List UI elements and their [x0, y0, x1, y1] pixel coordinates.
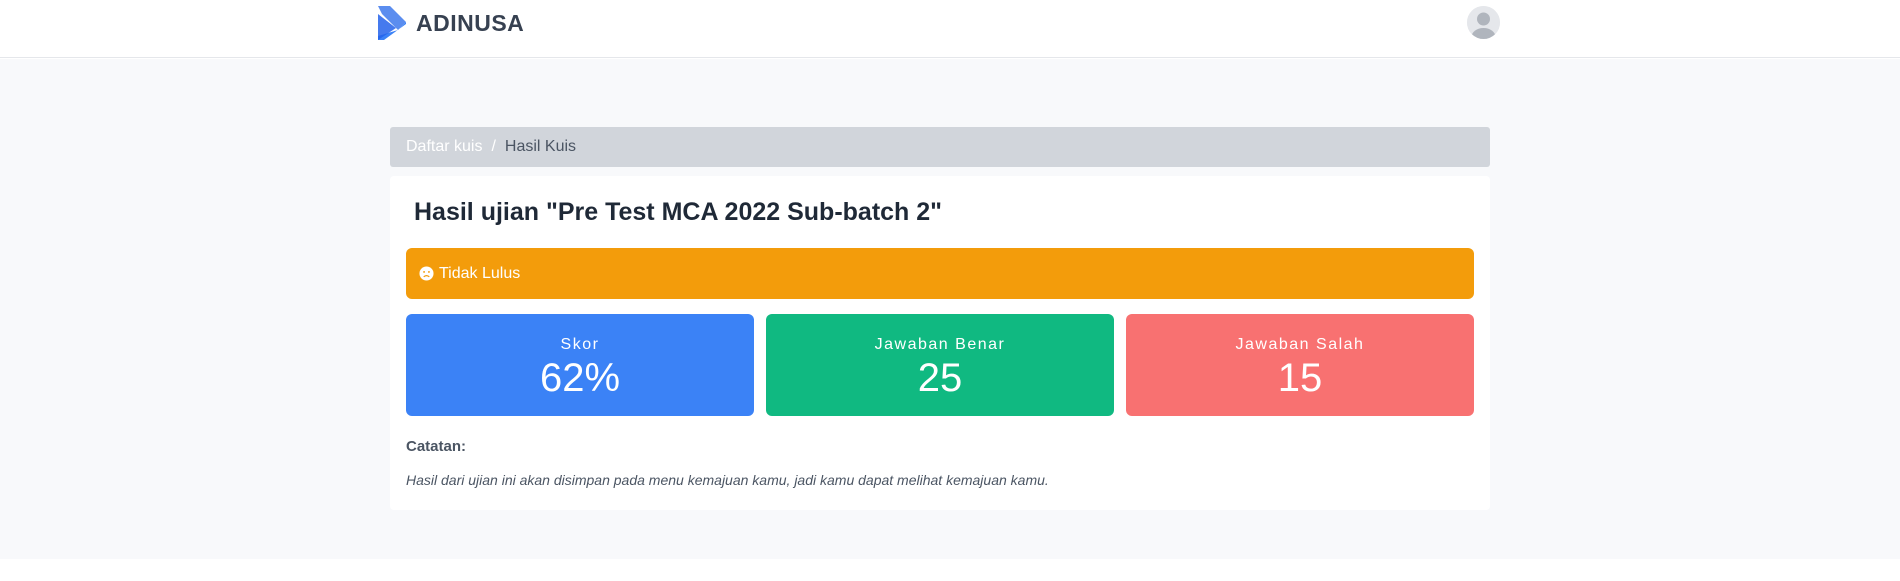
brand-name: ADINUSA: [416, 9, 525, 36]
notes-text: Hasil dari ujian ini akan disimpan pada …: [406, 472, 1049, 488]
score-value: 62%: [539, 356, 621, 400]
brand[interactable]: ADINUSA: [378, 6, 524, 40]
sad-face-icon: [419, 266, 434, 281]
wrong-answers-card: Jawaban Salah 15: [1126, 314, 1474, 416]
wrong-answers-value: 15: [1277, 356, 1323, 400]
wrong-answers-label: Jawaban Salah: [1235, 336, 1365, 353]
user-avatar-icon: [1467, 6, 1500, 39]
status-label: Tidak Lulus: [439, 264, 521, 282]
correct-answers-value: 25: [917, 356, 963, 400]
user-avatar[interactable]: [1467, 6, 1500, 39]
breadcrumb-link-daftar-kuis[interactable]: Daftar kuis: [406, 138, 482, 156]
navbar: ADINUSA: [0, 0, 1900, 58]
breadcrumb-separator: /: [491, 138, 496, 155]
page-title: Hasil ujian "Pre Test MCA 2022 Sub-batch…: [414, 198, 943, 226]
chevron-logo-icon: [378, 6, 406, 40]
correct-answers-card: Jawaban Benar 25: [766, 314, 1114, 416]
correct-answers-label: Jawaban Benar: [874, 336, 1006, 353]
status-alert: Tidak Lulus: [406, 248, 1474, 299]
breadcrumb-current: Hasil Kuis: [504, 138, 577, 155]
score-card: Skor 62%: [406, 314, 754, 416]
main-content: Daftar kuis / Hasil Kuis Hasil ujian "Pr…: [0, 59, 1900, 559]
score-label: Skor: [560, 336, 600, 353]
breadcrumb: Daftar kuis / Hasil Kuis: [390, 127, 1490, 167]
result-card: Hasil ujian "Pre Test MCA 2022 Sub-batch…: [390, 176, 1490, 510]
notes-label: Catatan:: [406, 438, 467, 455]
